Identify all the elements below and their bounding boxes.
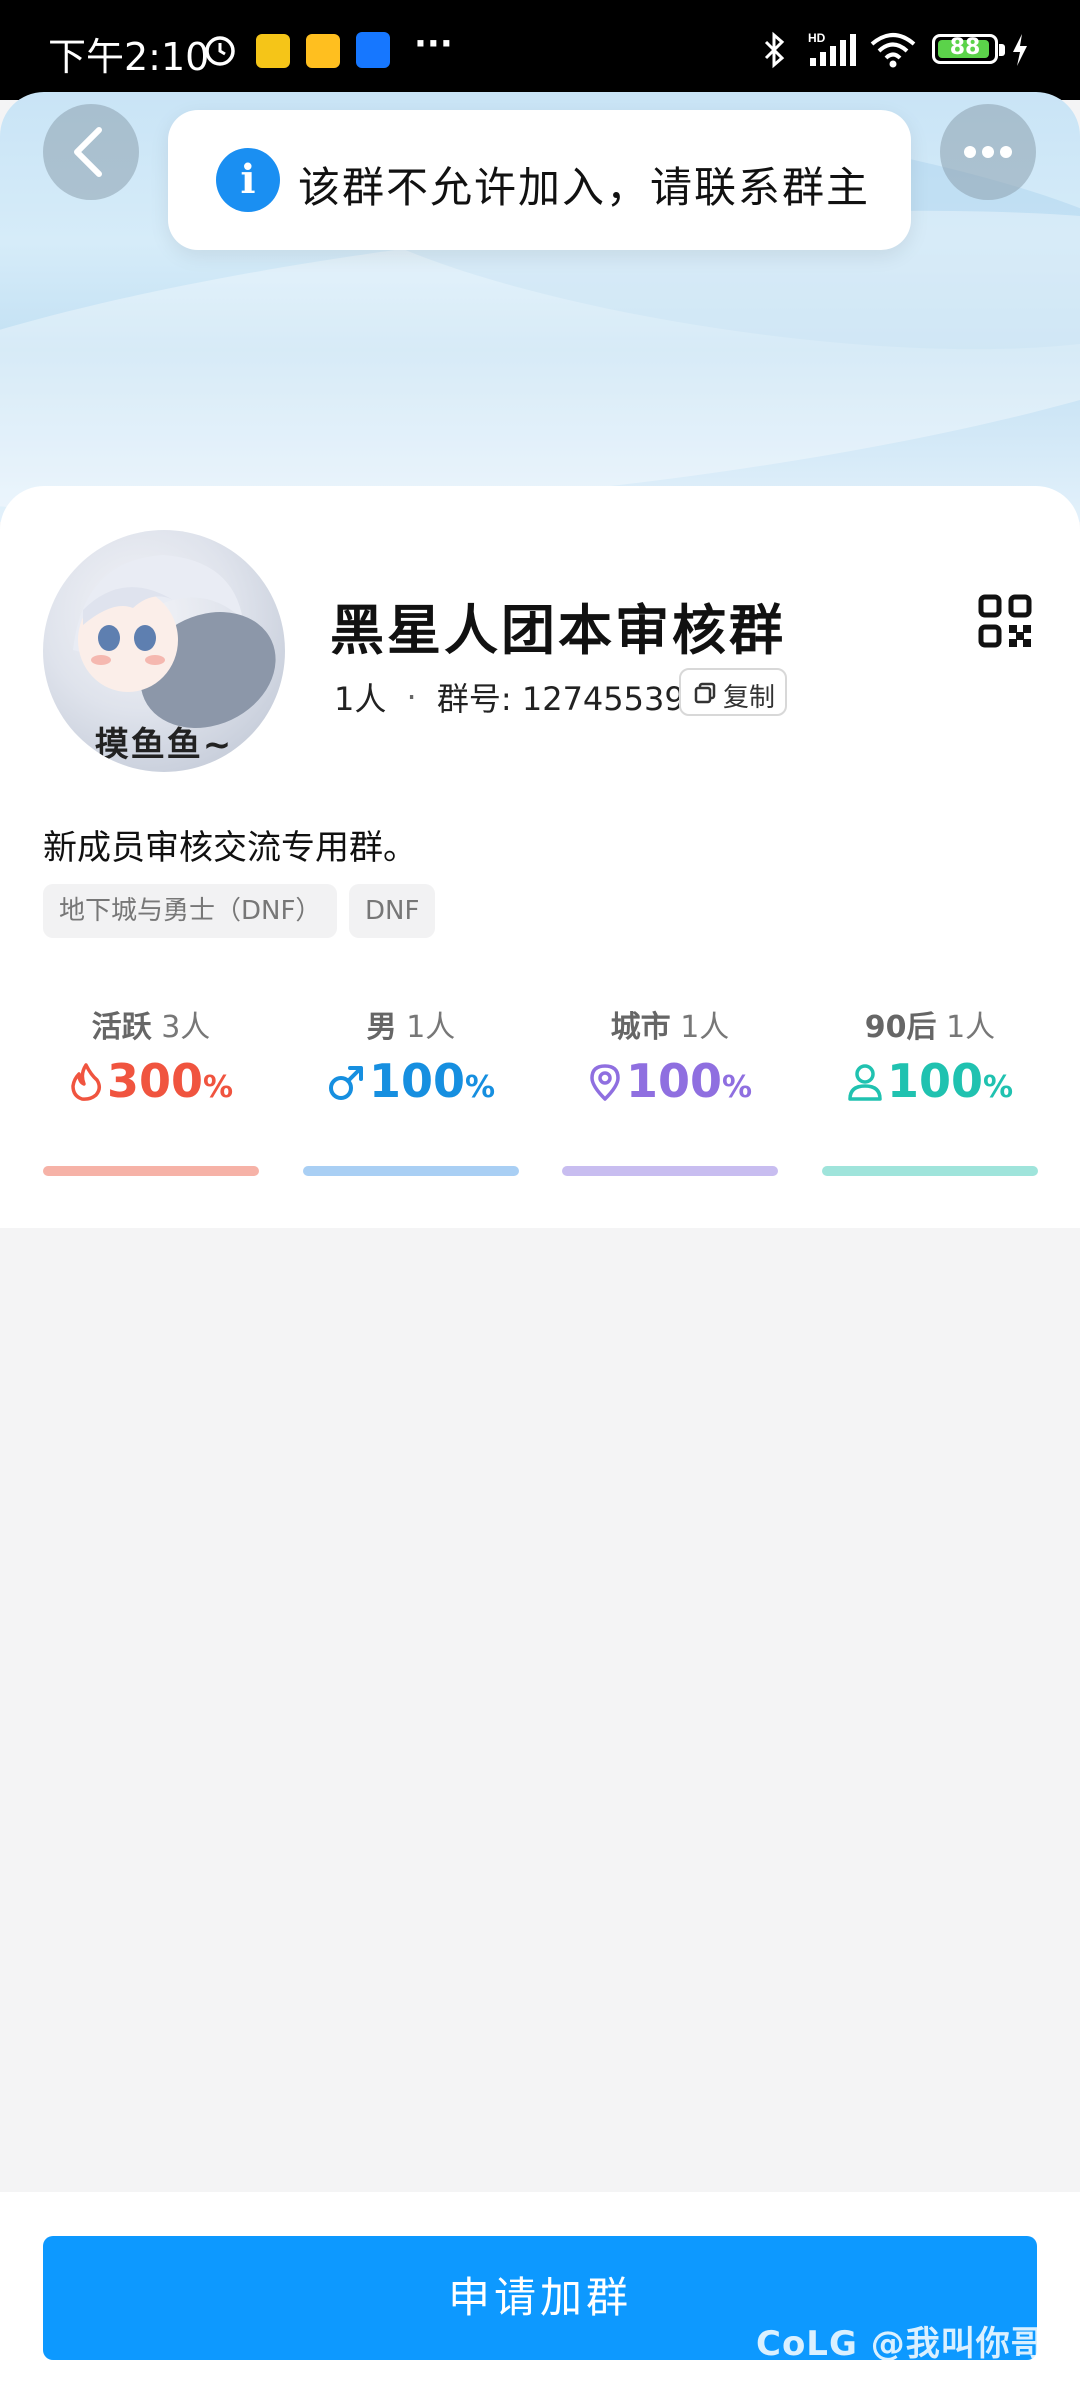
- toast-text: 该群不允许加入，请联系群主: [298, 163, 871, 212]
- more-notifications-indicator: ···: [414, 24, 453, 64]
- more-dots-icon: [964, 146, 1012, 158]
- flame-icon: [71, 1062, 101, 1101]
- male-icon: [328, 1065, 363, 1100]
- qr-code-icon[interactable]: [978, 594, 1032, 648]
- stat-male-unit: %: [464, 1070, 496, 1105]
- status-bar: 下午2:10 ··· HD 88: [0, 0, 1080, 100]
- tag-dnf-full[interactable]: 地下城与勇士（DNF）: [43, 884, 338, 938]
- stat-age: 90后 1人 100%: [822, 1002, 1038, 1176]
- copy-icon: [694, 682, 716, 704]
- stat-city-count: 1人: [680, 1010, 730, 1045]
- alarm-icon: [205, 36, 235, 66]
- avatar-caption: 摸鱼鱼~: [94, 725, 234, 765]
- copy-label: 复制: [723, 683, 776, 713]
- stat-active: 活跃 3人 300%: [43, 1002, 259, 1176]
- group-id: 群号: 127455390: [436, 680, 706, 718]
- stat-male-count: 1人: [406, 1010, 456, 1045]
- stat-active-bar: [43, 1166, 259, 1176]
- meta-separator: ·: [406, 678, 417, 716]
- stat-male: 男 1人 100%: [303, 1002, 519, 1176]
- stat-male-label: 男: [366, 1010, 397, 1045]
- stat-active-label: 活跃: [91, 1010, 152, 1045]
- group-avatar[interactable]: 摸鱼鱼~: [43, 530, 285, 772]
- screen: 下午2:10 ··· HD 88 i 该群不允许加入，请联系群主 摸鱼鱼~ 黑星…: [0, 0, 1080, 2400]
- stat-male-value: 100: [368, 1054, 465, 1108]
- stat-age-bar: [822, 1166, 1038, 1176]
- stat-active-count: 3人: [161, 1010, 211, 1045]
- stat-age-value: 100: [886, 1054, 983, 1108]
- notes-notification-icon: [306, 34, 340, 68]
- battery-icon: 88: [932, 34, 1005, 64]
- alipay-notification-icon: [356, 32, 390, 68]
- stat-city-bar: [562, 1166, 778, 1176]
- person-icon: [848, 1063, 882, 1101]
- group-name: 黑星人团本审核群: [330, 599, 786, 662]
- group-description: 新成员审核交流专用群。: [43, 828, 417, 868]
- stat-city-unit: %: [721, 1070, 753, 1105]
- tag-dnf[interactable]: DNF: [349, 884, 436, 938]
- signal-icon: HD: [808, 31, 856, 66]
- app-notification-icon: [256, 34, 290, 68]
- stat-city-value: 100: [625, 1054, 722, 1108]
- more-options-button[interactable]: [940, 104, 1036, 200]
- watermark: CoLG @我叫你哥: [756, 2324, 1046, 2364]
- location-pin-icon: [590, 1063, 620, 1101]
- toast-message: i 该群不允许加入，请联系群主: [168, 110, 911, 250]
- bottom-bar: 申请加群: [0, 2192, 1080, 2400]
- stat-city-label: 城市: [610, 1010, 671, 1045]
- member-count: 1人: [334, 680, 387, 718]
- group-info-card: 摸鱼鱼~ 黑星人团本审核群 1人 · 群号: 127455390 复制 新成员审: [0, 486, 1080, 1228]
- stat-city: 城市 1人 100%: [562, 1002, 778, 1176]
- stat-age-label: 90后: [864, 1010, 937, 1045]
- info-icon: i: [216, 148, 280, 212]
- wifi-icon: [870, 33, 916, 68]
- svg-text:HD: HD: [808, 31, 826, 45]
- group-meta: 1人 · 群号: 127455390: [334, 674, 705, 720]
- stat-age-unit: %: [982, 1070, 1014, 1105]
- copy-button[interactable]: 复制: [679, 668, 787, 716]
- status-time: 下午2:10: [48, 35, 210, 79]
- stat-male-bar: [303, 1166, 519, 1176]
- stat-active-value: 300: [106, 1054, 203, 1108]
- stat-age-count: 1人: [946, 1010, 996, 1045]
- chevron-left-icon: [74, 127, 102, 177]
- charging-icon: [1013, 34, 1027, 66]
- bluetooth-icon: [764, 31, 785, 69]
- stat-active-unit: %: [202, 1070, 234, 1105]
- back-button[interactable]: [43, 104, 139, 200]
